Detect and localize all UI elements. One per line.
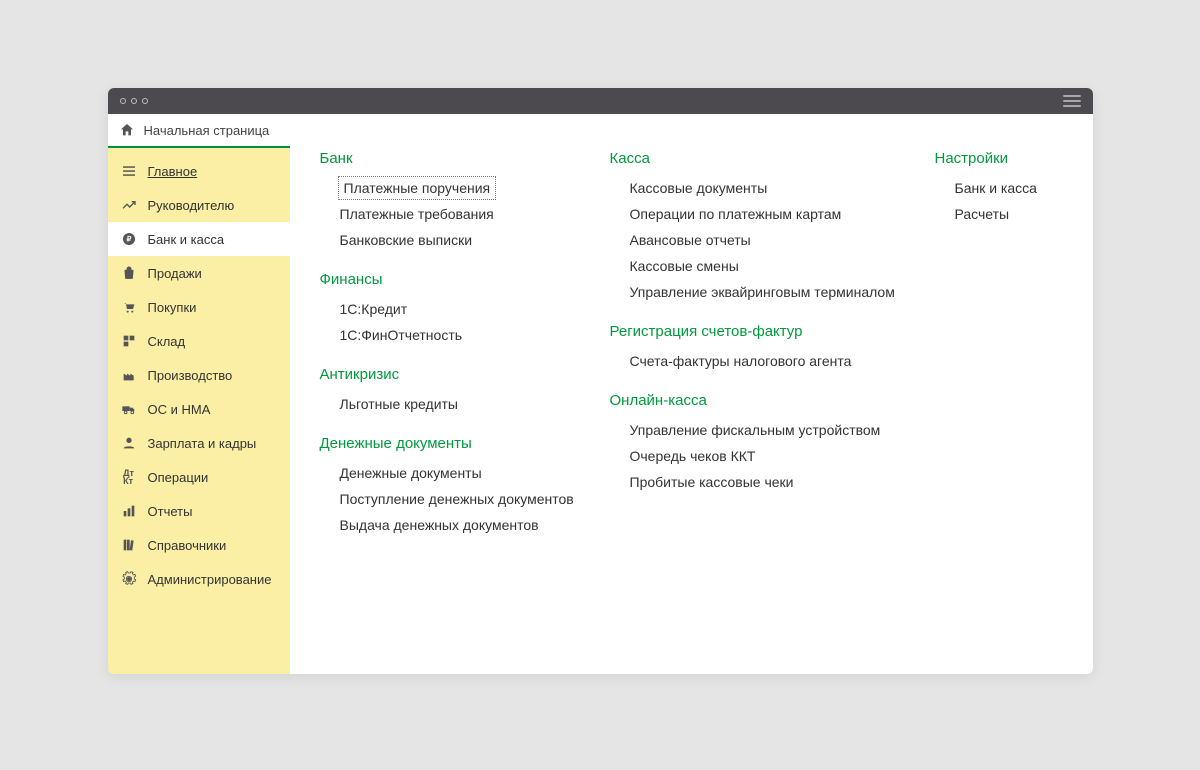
- content-area: Банк Платежные поручения Платежные требова…: [290, 114, 1093, 674]
- sidebar-item-label: Главное: [148, 164, 198, 179]
- sidebar-item-label: Администрирование: [148, 572, 272, 587]
- trend-icon: [120, 197, 138, 213]
- tab-home[interactable]: Начальная страница: [108, 114, 290, 148]
- boxes-icon: [120, 333, 138, 349]
- section-title: Антикризис: [320, 366, 600, 383]
- content-col-2: Касса Кассовые документыОперации по плате…: [610, 144, 925, 556]
- books-icon: [120, 537, 138, 553]
- link-list: Платежные поручения Платежные требованияБ…: [320, 175, 600, 253]
- nav-link[interactable]: Выдача денежных документов: [340, 512, 600, 538]
- link-list: Счета-фактуры налогового агента: [610, 348, 925, 374]
- section: Антикризис Льготные кредиты: [320, 366, 600, 417]
- nav-link[interactable]: Управление эквайринговым терминалом: [630, 279, 925, 305]
- sidebar-item-label: Покупки: [148, 300, 197, 315]
- truck-icon: [120, 401, 138, 417]
- link-list: Управление фискальным устройствомОчередь…: [610, 417, 925, 495]
- menu-icon[interactable]: [1063, 95, 1081, 107]
- nav-link[interactable]: Счета-фактуры налогового агента: [630, 348, 925, 374]
- factory-icon: [120, 367, 138, 383]
- nav-link[interactable]: Пробитые кассовые чеки: [630, 469, 925, 495]
- bars-icon: [120, 503, 138, 519]
- person-icon: [120, 435, 138, 451]
- svg-text:₽: ₽: [126, 235, 131, 244]
- sidebar-item-warehouse[interactable]: Склад: [108, 324, 290, 358]
- app-window: Начальная страница Главное Руководителю: [108, 88, 1093, 674]
- nav-link[interactable]: Платежные поручения: [340, 178, 495, 198]
- bag-icon: [120, 265, 138, 281]
- section-title: Финансы: [320, 271, 600, 288]
- nav-link[interactable]: Авансовые отчеты: [630, 227, 925, 253]
- sidebar-item-label: Зарплата и кадры: [148, 436, 257, 451]
- sidebar-item-bank[interactable]: ₽ Банк и касса: [108, 222, 290, 256]
- section-title: Настройки: [935, 150, 1093, 167]
- sidebar-item-label: ОС и НМА: [148, 402, 211, 417]
- content-col-1: Банк Платежные поручения Платежные требова…: [320, 144, 600, 556]
- sidebar-item-assets[interactable]: ОС и НМА: [108, 392, 290, 426]
- sidebar-item-payroll[interactable]: Зарплата и кадры: [108, 426, 290, 460]
- section-title: Регистрация счетов-фактур: [610, 323, 925, 340]
- section-title: Банк: [320, 150, 600, 167]
- sidebar-item-production[interactable]: Производство: [108, 358, 290, 392]
- sidebar-item-manager[interactable]: Руководителю: [108, 188, 290, 222]
- section: Касса Кассовые документыОперации по плате…: [610, 150, 925, 305]
- link-list: 1С:Кредит1С:ФинОтчетность: [320, 296, 600, 348]
- sidebar-item-label: Отчеты: [148, 504, 193, 519]
- section-title: Касса: [610, 150, 925, 167]
- content-col-3: Настройки Банк и кассаРасчеты: [935, 144, 1093, 556]
- ruble-icon: ₽: [120, 231, 138, 247]
- sidebar-item-admin[interactable]: Администрирование: [108, 562, 290, 596]
- nav-link[interactable]: Банк и касса: [955, 175, 1093, 201]
- sidebar-item-label: Руководителю: [148, 198, 235, 213]
- sidebar-item-label: Справочники: [148, 538, 227, 553]
- section: Онлайн-касса Управление фискальным устрой…: [610, 392, 925, 495]
- nav-link[interactable]: Банковские выписки: [340, 227, 600, 253]
- cart-icon: [120, 299, 138, 315]
- sidebar: Начальная страница Главное Руководителю: [108, 114, 290, 674]
- sidebar-item-label: Производство: [148, 368, 233, 383]
- sidebar-item-purchases[interactable]: Покупки: [108, 290, 290, 324]
- section-title: Денежные документы: [320, 435, 600, 452]
- nav-link[interactable]: Льготные кредиты: [340, 391, 600, 417]
- section: Финансы 1С:Кредит1С:ФинОтчетность: [320, 271, 600, 348]
- link-list: Банк и кассаРасчеты: [935, 175, 1093, 227]
- nav-link[interactable]: Операции по платежным картам: [630, 201, 925, 227]
- section: Денежные документыДенежные документыПост…: [320, 435, 600, 538]
- dtkt-icon: ДтКт: [120, 469, 138, 485]
- nav-link[interactable]: Расчеты: [955, 201, 1093, 227]
- sidebar-item-reports[interactable]: Отчеты: [108, 494, 290, 528]
- nav-link[interactable]: Очередь чеков ККТ: [630, 443, 925, 469]
- sidebar-item-label: Операции: [148, 470, 209, 485]
- link-list: Денежные документыПоступление денежных д…: [320, 460, 600, 538]
- nav-link[interactable]: 1С:ФинОтчетность: [340, 322, 600, 348]
- link-list: Кассовые документыОперации по платежным …: [610, 175, 925, 305]
- nav-list: Главное Руководителю ₽ Банк и касса: [108, 148, 290, 596]
- nav-link[interactable]: Поступление денежных документов: [340, 486, 600, 512]
- section: Регистрация счетов-фактур Счета-фактуры н…: [610, 323, 925, 374]
- link-list: Льготные кредиты: [320, 391, 600, 417]
- window-controls[interactable]: [120, 98, 148, 104]
- sidebar-item-label: Банк и касса: [148, 232, 225, 247]
- gear-icon: [120, 571, 138, 587]
- nav-link[interactable]: Денежные документы: [340, 460, 600, 486]
- sidebar-item-sales[interactable]: Продажи: [108, 256, 290, 290]
- nav-link[interactable]: Кассовые смены: [630, 253, 925, 279]
- section-title: Онлайн-касса: [610, 392, 925, 409]
- sidebar-item-label: Продажи: [148, 266, 202, 281]
- section: Банк Платежные поручения Платежные требова…: [320, 150, 600, 253]
- section: Настройки Банк и кассаРасчеты: [935, 150, 1093, 227]
- nav-link[interactable]: Кассовые документы: [630, 175, 925, 201]
- tab-home-label: Начальная страница: [144, 123, 270, 138]
- sidebar-item-main[interactable]: Главное: [108, 154, 290, 188]
- nav-link[interactable]: Управление фискальным устройством: [630, 417, 925, 443]
- home-icon: [118, 122, 136, 138]
- sidebar-item-operations[interactable]: ДтКт Операции: [108, 460, 290, 494]
- sidebar-item-references[interactable]: Справочники: [108, 528, 290, 562]
- titlebar: [108, 88, 1093, 114]
- nav-link[interactable]: 1С:Кредит: [340, 296, 600, 322]
- sidebar-item-label: Склад: [148, 334, 186, 349]
- nav-link[interactable]: Платежные требования: [340, 201, 600, 227]
- menu-icon: [120, 163, 138, 179]
